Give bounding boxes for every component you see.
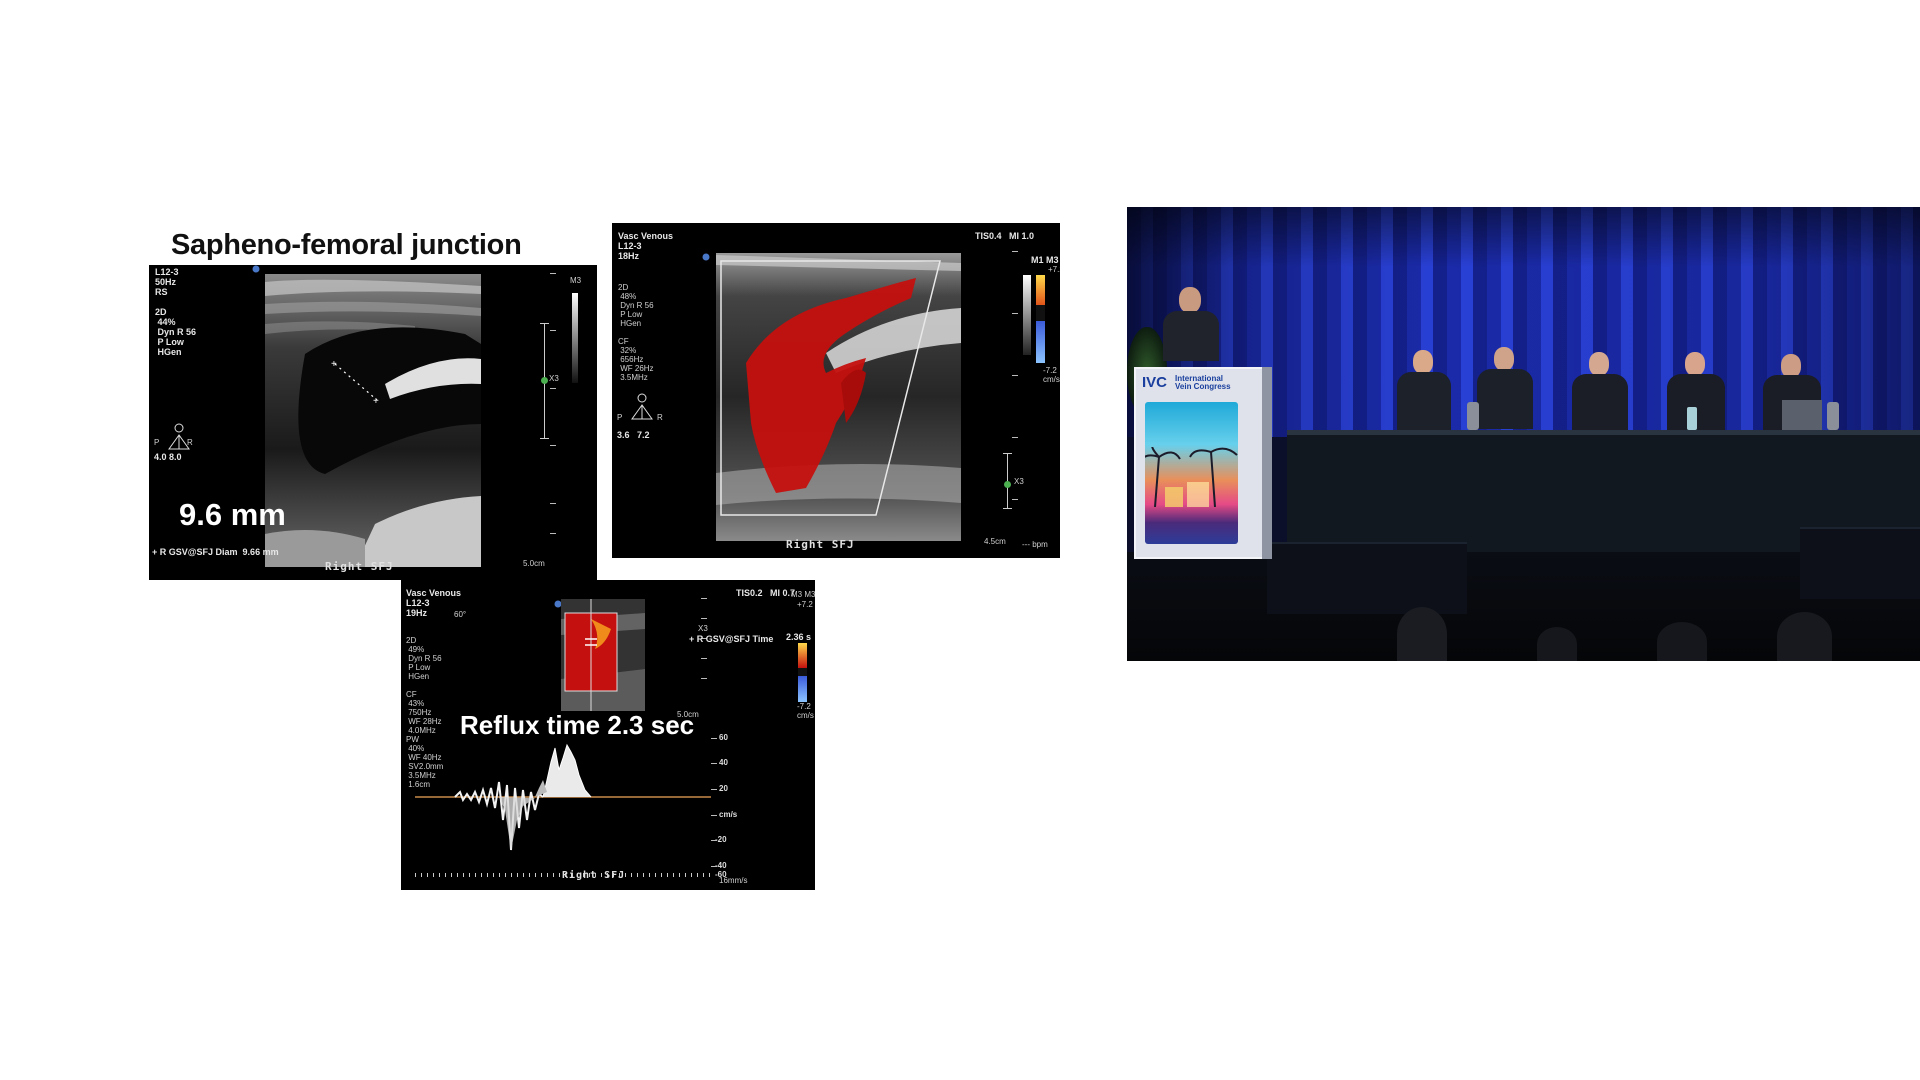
probe-right-label: R [657,413,663,422]
panelist-head [1685,352,1705,376]
velocity-scale-bottom: -7.2 cm/s [1043,366,1060,384]
probe-left-label: P [154,438,160,447]
color-scale-blue [1036,321,1045,363]
caliper-readout: + R GSV@SFJ Diam 9.66 mm [152,547,279,557]
probe-icon [168,423,190,450]
ultrasound-panel-color-doppler: Vasc Venous L12-3 18Hz TIS0.4 MI 1.0 2D … [612,223,1060,558]
velocity-scale-top: +7.2 [797,600,813,609]
scan-header: Vasc Venous L12-3 18Hz [618,231,674,261]
image-label: Right SFJ [562,870,626,881]
probe-left-label: P [617,413,623,422]
velocity-scale-bottom: -7.2 cm/s [797,702,814,720]
ultrasound-panel-bmode: L12-3 50Hz RS 2D 44% Dyn R 56 P Low HGen… [149,265,597,580]
panelist-body [1397,372,1451,430]
panelist-body [1477,369,1533,429]
bmode-image: + + [265,274,481,567]
color-doppler-image [716,253,961,541]
zoom-label: X3 [698,624,708,633]
time-measure-label: + R GSV@SFJ Time [689,634,774,644]
speaker-head [1179,287,1201,313]
palm-trees-graphic [1145,447,1238,507]
velocity-unit: cm/s [719,810,738,819]
probe-right-label: R [187,438,193,447]
color-scale-blue [798,676,807,702]
sweep-speed: 16mm/s [719,876,748,885]
heart-rate: --- bpm [1022,540,1048,549]
panelist-head [1494,347,1514,371]
velocity-tick: 60 [719,733,728,742]
spectral-waveform [415,743,711,851]
probe-orientation-icon [702,253,710,261]
velocity-scale-top: +7.2 [1048,265,1060,274]
slide-title: Sapheno-femoral junction [171,229,522,261]
velocity-tick: 40 [719,758,728,767]
scan-header: Vasc Venous L12-3 19Hz [406,588,462,618]
velocity-tick: 20 [719,784,728,793]
probe-orientation-icon [252,265,260,273]
ivc-logo: IVC [1142,374,1168,391]
image-label: Right SFJ [325,560,394,573]
grayscale-bar [572,293,578,383]
zoom-label: X3 [549,374,559,383]
doppler-sample-image [561,599,645,711]
image-label: Right SFJ [786,538,855,551]
scan-indices: TIS0.4 MI 1.0 [975,231,1035,241]
zoom-label: X3 [1014,477,1024,486]
map-label: M3 [570,276,582,285]
focus-marker-icon [541,377,548,384]
ivc-logo-line2: Vein Congress [1175,382,1231,391]
panelist-body [1572,374,1628,430]
scan-indices: TIS0.2 MI 0.7 [736,588,796,598]
svg-text:+: + [373,396,379,407]
ultrasound-panel-spectral-doppler: Vasc Venous L12-3 19Hz 60° TIS0.2 MI 0.7… [401,580,815,890]
probe-icon [631,393,653,420]
map-label: M1 M3 [1031,255,1059,265]
svg-text:+: + [331,359,337,370]
speaker-body [1163,311,1219,361]
color-scale-red [1036,275,1045,305]
velocity-axis: 60 40 20 cm/s -20 -40 [711,730,771,880]
scan-parameters: L12-3 50Hz RS 2D 44% Dyn R 56 P Low HGen [155,267,197,357]
probe-values: 4.0 8.0 [154,452,182,462]
doppler-angle: 60° [454,610,467,619]
conference-video[interactable]: IVC International Vein Congress [1127,207,1920,661]
time-measure-value: 2.36 s [786,632,812,642]
color-scale-red [798,643,807,668]
diameter-measurement: 9.6 mm [179,497,286,532]
panelist-head [1589,352,1609,376]
focus-marker-icon [1004,481,1011,488]
depth-label: 4.5cm [984,537,1006,546]
map-label: M3 M3 [791,590,815,599]
panelist-head [1413,350,1433,374]
depth-label: 5.0cm [523,559,545,568]
scan-parameters: 2D 48% Dyn R 56 P Low HGen CF 32% 656Hz … [618,283,654,382]
probe-values: 3.6 7.2 [617,430,650,440]
grayscale-bar [1023,275,1031,355]
